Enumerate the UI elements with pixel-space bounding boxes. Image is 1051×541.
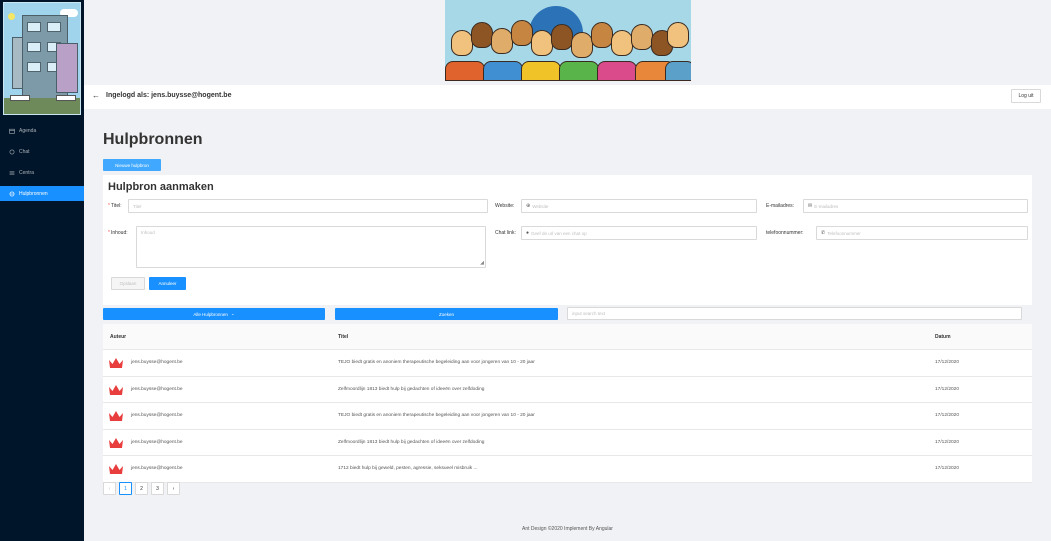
- title-cell[interactable]: TEJO biedt gratis en anoniem therapeutis…: [338, 413, 535, 418]
- sidebar-item-label: Chat: [19, 148, 30, 155]
- page-1-button[interactable]: 1: [119, 482, 132, 495]
- page-2-button[interactable]: 2: [135, 482, 148, 495]
- calendar-icon: [8, 127, 15, 134]
- table-row[interactable]: jens.buysse@hogent.be TEJO biedt gratis e…: [103, 403, 1032, 430]
- crown-icon: [109, 437, 123, 448]
- titel-input[interactable]: Titel: [128, 199, 488, 213]
- sidebar-item-hulpbronnen[interactable]: Hulpbronnen: [0, 186, 84, 201]
- search-input[interactable]: input search text: [567, 307, 1022, 320]
- next-page-button[interactable]: ›: [167, 482, 180, 495]
- sign-graphic: [56, 95, 76, 101]
- page-3-button[interactable]: 3: [151, 482, 164, 495]
- email-input[interactable]: ✉ E-mailadres: [803, 199, 1028, 213]
- inhoud-label: *Inhoud:: [108, 230, 128, 236]
- inhoud-textarea[interactable]: Inhoud ◢: [136, 226, 486, 268]
- phone-icon: ✆: [821, 230, 826, 236]
- title-cell[interactable]: 1712 biedt hulp bij geweld, pesten, agre…: [338, 466, 477, 471]
- building-graphic-right: [56, 43, 78, 93]
- author-cell: jens.buysse@hogent.be: [131, 466, 183, 471]
- chat-label: Chat link:: [495, 230, 516, 236]
- column-header-titel[interactable]: Titel: [338, 334, 348, 340]
- date-cell: 17/12/2020: [935, 360, 960, 365]
- sign-graphic: [10, 95, 30, 101]
- crown-icon: [109, 411, 123, 421]
- sidebar-item-chat[interactable]: Chat: [0, 144, 84, 159]
- date-cell: 17/12/2020: [935, 439, 960, 445]
- column-header-auteur[interactable]: Auteur: [110, 334, 126, 340]
- date-cell: 17/12/2020: [935, 466, 960, 471]
- sun-graphic: [8, 13, 15, 20]
- sidebar-item-label: Hulpbronnen: [19, 190, 48, 197]
- chevron-down-icon: ⌄: [230, 311, 235, 316]
- page-title: Hulpbronnen: [103, 131, 203, 148]
- email-label: E-mailadres:: [766, 203, 795, 209]
- sidebar-item-label: Centra: [19, 169, 35, 176]
- mail-icon: ✉: [808, 203, 813, 209]
- save-button[interactable]: Opslaan: [111, 277, 145, 290]
- author-cell: jens.buysse@hogent.be: [131, 439, 183, 445]
- table-row[interactable]: jens.buysse@hogent.be TEJO biedt gratis e…: [103, 350, 1032, 377]
- header-bar: ← Ingelogd als: jens.buysse@hogent.be Lo…: [84, 85, 1051, 109]
- back-arrow-icon[interactable]: ←: [92, 91, 100, 100]
- website-input[interactable]: ⊕ Website: [521, 199, 757, 213]
- globe-icon: [8, 190, 15, 197]
- create-resource-form: Hulpbron aanmaken *Titel: Titel Website:…: [103, 175, 1032, 305]
- website-label: Website:: [495, 203, 515, 209]
- footer: Ant Design ©2020 Implement By Angular: [522, 526, 613, 532]
- title-cell[interactable]: Zelfmoordlijn 1813 biedt hulp bij gedach…: [338, 440, 484, 445]
- logout-button[interactable]: Log uit: [1011, 89, 1041, 103]
- author-cell: jens.buysse@hogent.be: [131, 386, 183, 392]
- titel-label: *Titel:: [108, 203, 122, 209]
- table-row[interactable]: jens.buysse@hogent.be Zelfmoordlijn 1813 …: [103, 377, 1032, 403]
- resources-table: Auteur Titel Datum jens.buysse@hogent.be…: [103, 324, 1032, 483]
- chat-icon: [8, 148, 15, 155]
- title-cell[interactable]: Zelfmoordlijn 1813 biedt hulp bij gedach…: [338, 387, 484, 392]
- chat-bubble-icon: ●: [526, 230, 530, 236]
- title-cell[interactable]: TEJO biedt gratis en anoniem therapeutis…: [338, 360, 535, 365]
- author-cell: jens.buysse@hogent.be: [131, 360, 183, 365]
- sidebar-item-agenda[interactable]: Agenda: [0, 123, 84, 138]
- crown-icon: [109, 358, 123, 368]
- column-header-datum[interactable]: Datum: [935, 334, 951, 340]
- cancel-button[interactable]: Annuleer: [149, 277, 186, 290]
- date-cell: 17/12/2020: [935, 413, 960, 418]
- resize-handle-icon[interactable]: ◢: [480, 261, 484, 266]
- sidebar-menu: Agenda Chat Centra Hulpbronnen: [0, 123, 84, 207]
- app-logo[interactable]: [3, 2, 81, 115]
- sidebar: Agenda Chat Centra Hulpbronnen: [0, 0, 84, 541]
- crown-icon: [109, 384, 123, 395]
- sidebar-item-centra[interactable]: Centra: [0, 165, 84, 180]
- sidebar-item-label: Agenda: [19, 127, 37, 134]
- table-row[interactable]: jens.buysse@hogent.be Zelfmoordlijn 1813 …: [103, 430, 1032, 456]
- banner-illustration: [445, 0, 691, 81]
- form-title: Hulpbron aanmaken: [108, 181, 214, 193]
- telefoon-input[interactable]: ✆ Telefoonnummer: [816, 226, 1028, 240]
- new-resource-button[interactable]: Nieuwe hulpbron: [103, 159, 161, 171]
- date-cell: 17/12/2020: [935, 386, 960, 392]
- pagination: ‹ 1 2 3 ›: [103, 482, 180, 495]
- prev-page-button[interactable]: ‹: [103, 482, 116, 495]
- bank-icon: [8, 169, 15, 176]
- telefoon-label: telefoonnummer:: [766, 230, 804, 236]
- logged-in-user: Ingelogd als: jens.buysse@hogent.be: [106, 92, 232, 99]
- table-row[interactable]: jens.buysse@hogent.be 1712 biedt hulp bij…: [103, 456, 1032, 483]
- table-header: Auteur Titel Datum: [103, 324, 1032, 350]
- chat-link-input[interactable]: ● Geef de url van een chat op: [521, 226, 757, 240]
- globe-icon: ⊕: [526, 203, 531, 209]
- search-button[interactable]: Zoeken: [335, 308, 558, 320]
- filter-dropdown-label: Alle Hulpbronnen: [193, 311, 228, 317]
- filter-dropdown-button[interactable]: Alle Hulpbronnen ⌄: [103, 308, 325, 320]
- author-cell: jens.buysse@hogent.be: [131, 413, 183, 418]
- crown-icon: [109, 464, 123, 474]
